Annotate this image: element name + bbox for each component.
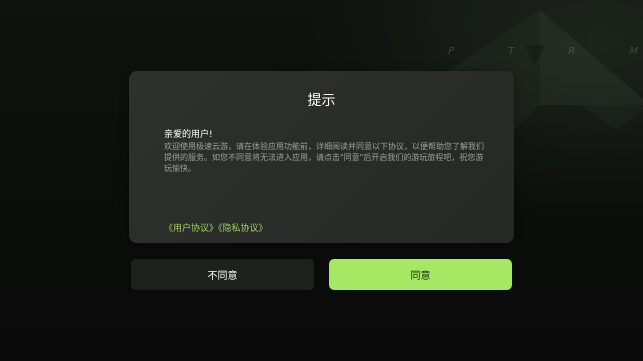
brand-letter: T (508, 46, 515, 57)
background-brand-letters: P T R M (448, 46, 638, 57)
disagree-button[interactable]: 不同意 (131, 259, 314, 290)
agreement-links: 《用户协议》《隐私协议》 (164, 221, 268, 234)
dialog-greeting: 亲爱的用户! (164, 130, 213, 140)
brand-letter: R (568, 46, 576, 57)
dialog-title: 提示 (307, 93, 336, 109)
brand-letter: P (448, 46, 455, 57)
privacy-agreement-link[interactable]: 《隐私协议》 (218, 224, 268, 234)
user-agreement-link[interactable]: 《用户协议》 (164, 224, 218, 234)
agree-button[interactable]: 同意 (329, 259, 512, 290)
page-background: P T R M 提示 亲爱的用户! 欢迎使用极速云游，请在体验应用功能前，详细阅… (0, 0, 643, 361)
agreement-dialog: 提示 亲爱的用户! 欢迎使用极速云游，请在体验应用功能前，详细阅读并同意以下协议… (129, 71, 514, 243)
dialog-body-text: 欢迎使用极速云游，请在体验应用功能前，详细阅读并同意以下协议，以便帮助您了解我们… (164, 142, 484, 173)
brand-letter: M (629, 46, 638, 57)
